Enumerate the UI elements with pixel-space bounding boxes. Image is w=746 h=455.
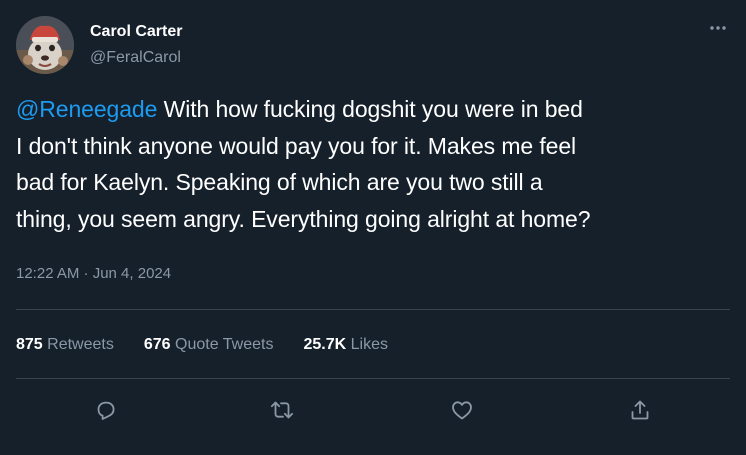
- display-name[interactable]: Carol Carter: [90, 22, 182, 42]
- tweet-actions: [16, 390, 730, 430]
- retweets-label: Retweets: [47, 336, 114, 353]
- retweets-stat[interactable]: 875 Retweets: [16, 334, 114, 356]
- tweet-header: Carol Carter @FeralCarol: [16, 16, 730, 74]
- tweet: Carol Carter @FeralCarol @Reneegade With…: [0, 0, 746, 455]
- more-options-button[interactable]: [704, 18, 732, 38]
- avatar[interactable]: [16, 16, 74, 74]
- tweet-text-line-1: With how fucking dogshit you were in bed: [157, 96, 583, 122]
- avatar-image: [16, 16, 74, 74]
- more-horizontal-icon: [710, 26, 726, 30]
- quote-tweets-stat[interactable]: 676 Quote Tweets: [144, 334, 274, 356]
- reply-icon: [97, 401, 115, 420]
- likes-stat[interactable]: 25.7K Likes: [303, 334, 388, 356]
- likes-count: 25.7K: [303, 336, 347, 353]
- like-button[interactable]: [442, 390, 482, 430]
- tweet-stats: 875 Retweets 676 Quote Tweets 25.7K Like…: [16, 334, 418, 356]
- quote-tweets-count: 676: [143, 336, 171, 353]
- mention-link[interactable]: @Reneegade: [16, 96, 157, 122]
- share-icon: [631, 400, 649, 420]
- reply-button[interactable]: [86, 390, 126, 430]
- tweet-text: @Reneegade With how fucking dogshit you …: [16, 91, 738, 237]
- author-names: Carol Carter @FeralCarol: [90, 22, 182, 68]
- retweet-button[interactable]: [262, 390, 302, 430]
- tweet-text-line-3: bad for Kaelyn. Speaking of which are yo…: [16, 169, 543, 195]
- tweet-text-line-2: I don't think anyone would pay you for i…: [16, 132, 577, 159]
- retweet-icon: [270, 401, 294, 419]
- retweets-count: 875: [16, 336, 43, 353]
- quote-tweets-label: Quote Tweets: [175, 336, 274, 353]
- tweet-timestamp[interactable]: 12:22 AM · Jun 4, 2024: [16, 264, 171, 284]
- user-handle[interactable]: @FeralCarol: [90, 48, 182, 68]
- tweet-text-line-4: thing, you seem angry. Everything going …: [16, 205, 591, 232]
- likes-label: Likes: [350, 336, 388, 353]
- divider-top: [16, 309, 730, 310]
- heart-icon: [452, 401, 472, 420]
- share-button[interactable]: [620, 390, 660, 430]
- divider-bottom: [16, 378, 730, 379]
